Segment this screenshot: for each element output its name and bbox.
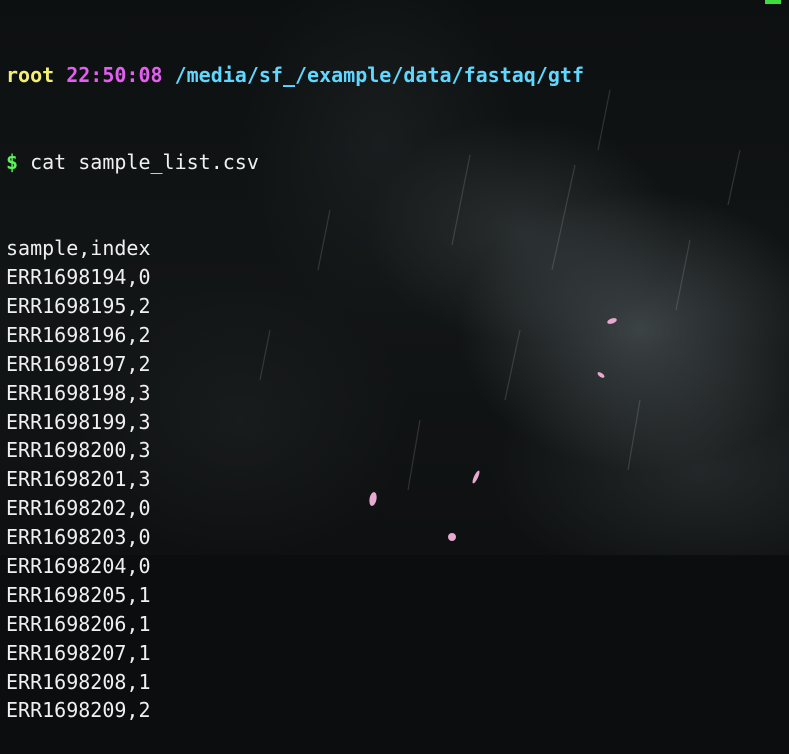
csv-row-line: ERR1698207,1 (6, 640, 151, 665)
csv-row-line: ERR1698206,1 (6, 611, 151, 636)
csv-row-line: ERR1698194,0 (6, 265, 151, 290)
prompt-path: /media/sf_/example/data/fastaq/gtf (174, 62, 584, 87)
csv-row-line: ERR1698198,3 (6, 380, 151, 405)
csv-row-line: ERR1698196,2 (6, 322, 151, 347)
prompt-user: root (6, 62, 55, 87)
csv-row-line: ERR1698204,0 (6, 554, 151, 579)
csv-row-line: ERR1698199,3 (6, 409, 151, 434)
prompt-symbol: $ (6, 149, 19, 174)
csv-row-line: ERR1698205,1 (6, 582, 151, 607)
csv-row-line: ERR1698197,2 (6, 351, 151, 376)
command-line: $ cat sample_list.csv (6, 148, 789, 177)
csv-row-line: ERR1698208,1 (6, 669, 151, 694)
command-output: sample,index ERR1698194,0 ERR1698195,2 ERR1… (6, 234, 789, 725)
csv-row-line: ERR1698203,0 (6, 525, 151, 550)
csv-row-line: ERR1698201,3 (6, 467, 151, 492)
prompt-line: root 22:50:08 /media/sf_/example/data/fa… (6, 61, 789, 90)
csv-row-line: ERR1698209,2 (6, 698, 151, 723)
csv-row-line: ERR1698195,2 (6, 294, 151, 318)
csv-row-line: ERR1698200,3 (6, 438, 151, 463)
terminal-output[interactable]: root 22:50:08 /media/sf_/example/data/fa… (6, 3, 789, 754)
prompt-time: 22:50:08 (66, 62, 163, 87)
csv-row-line: ERR1698202,0 (6, 496, 151, 521)
csv-header-line: sample,index (6, 236, 151, 261)
command-text: cat sample_list.csv (30, 149, 259, 174)
